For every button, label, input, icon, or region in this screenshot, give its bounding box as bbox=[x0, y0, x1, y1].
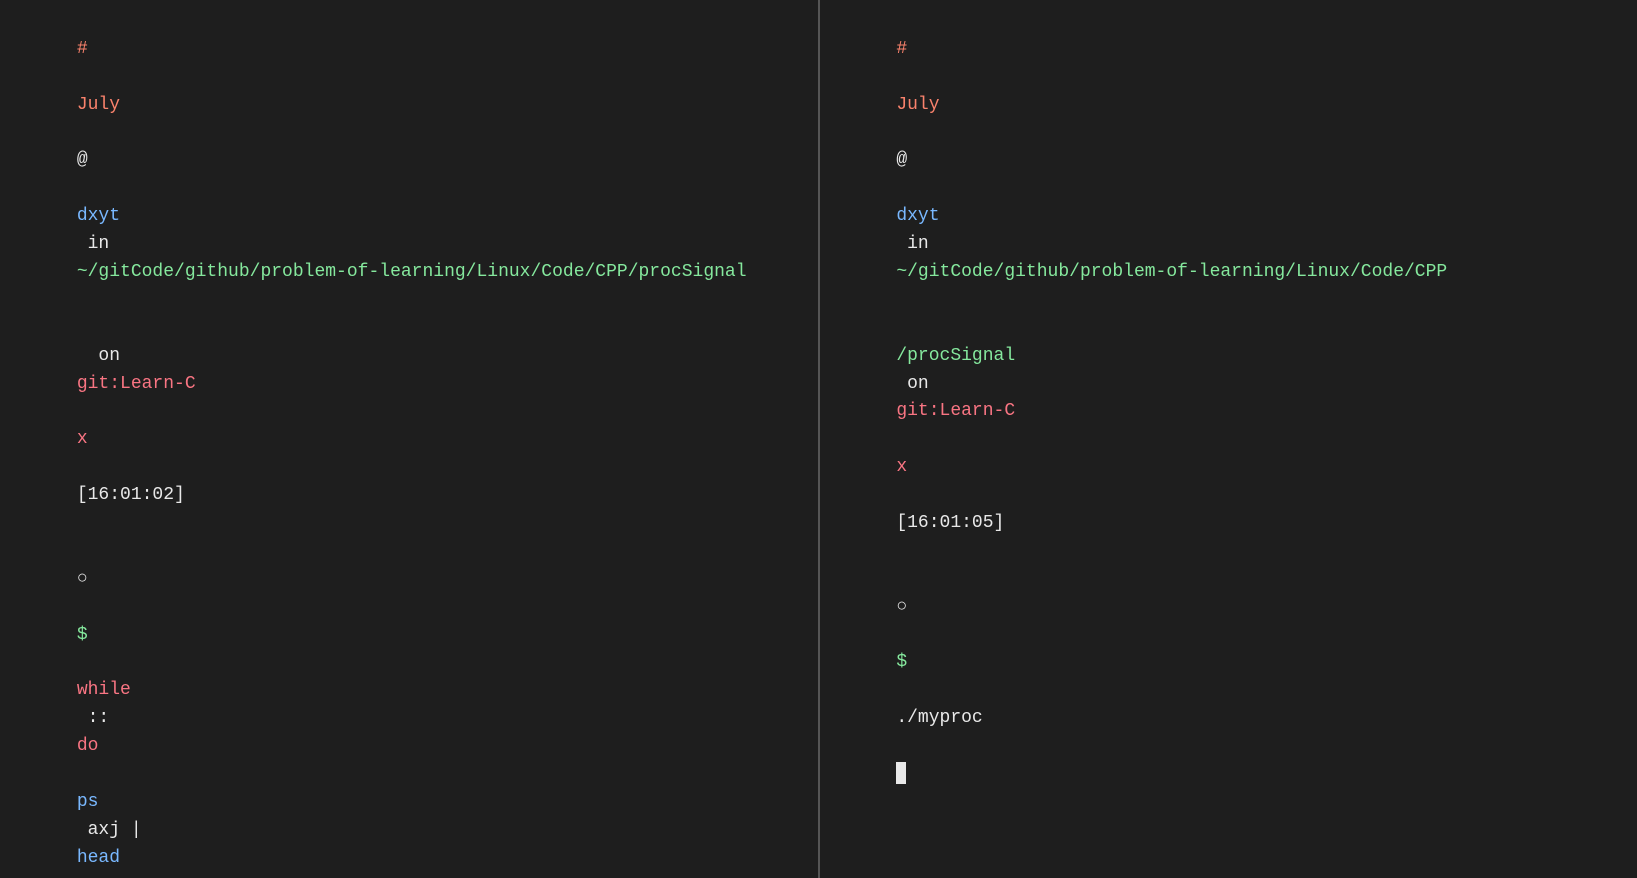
user-label-left: dxyt bbox=[77, 206, 120, 226]
cursor-right bbox=[896, 762, 906, 784]
month-label-right: July bbox=[896, 95, 939, 115]
terminal-pane-right[interactable]: # July @ dxyt in ~/gitCode/github/proble… bbox=[820, 0, 1637, 878]
path-label-right-2: /procSignal bbox=[896, 346, 1015, 366]
prompt-path2-right: /procSignal on git:Learn-C x [16:01:05] bbox=[832, 315, 1626, 566]
prompt-line-left: # July @ dxyt in ~/gitCode/github/proble… bbox=[12, 8, 806, 315]
cmd-line-right[interactable]: ○ $ ./myproc bbox=[832, 566, 1626, 817]
terminal-pane-left[interactable]: # July @ dxyt in ~/gitCode/github/proble… bbox=[0, 0, 820, 878]
prompt-on-line-left: on git:Learn-C x [16:01:02] bbox=[12, 315, 806, 538]
user-label-right: dxyt bbox=[896, 206, 939, 226]
prompt-line-right: # July @ dxyt in ~/gitCode/github/proble… bbox=[832, 8, 1626, 315]
hash-symbol: # bbox=[77, 39, 88, 59]
path-label-left: ~/gitCode/github/problem-of-learning/Lin… bbox=[77, 262, 747, 282]
cmd-line-left[interactable]: ○ $ while :: do ps axj | head -1 && ps a… bbox=[12, 538, 806, 878]
path-label-right-1: ~/gitCode/github/problem-of-learning/Lin… bbox=[896, 262, 1447, 282]
month-label-left: July bbox=[77, 95, 120, 115]
terminal-container: # July @ dxyt in ~/gitCode/github/proble… bbox=[0, 0, 1637, 878]
